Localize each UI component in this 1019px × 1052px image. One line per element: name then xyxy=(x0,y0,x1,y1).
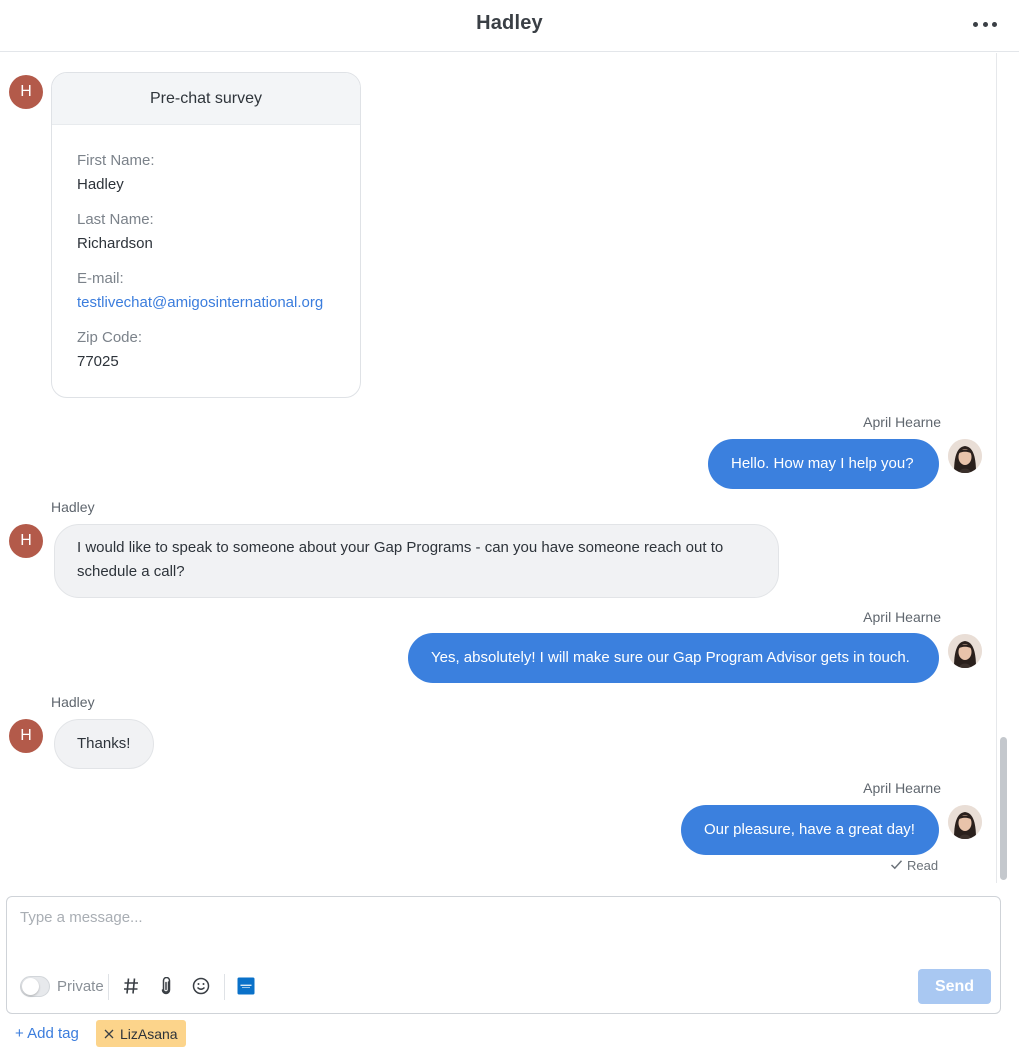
attachment-icon[interactable] xyxy=(156,976,176,996)
field-value: 77025 xyxy=(77,353,119,370)
survey-field-zip: Zip Code: 77025 xyxy=(77,326,142,374)
emoji-icon[interactable] xyxy=(191,976,211,996)
field-label: Last Name: xyxy=(77,211,154,228)
toolbar-divider xyxy=(108,974,109,1000)
visitor-avatar: H xyxy=(9,75,43,109)
visitor-message-bubble: Thanks! xyxy=(54,719,154,769)
visitor-avatar: H xyxy=(9,719,43,753)
agent-avatar xyxy=(948,634,982,668)
pre-chat-survey-card: Pre-chat survey First Name: Hadley Last … xyxy=(51,72,361,398)
more-options-icon[interactable] xyxy=(973,14,997,34)
agent-avatar xyxy=(948,439,982,473)
hashtag-icon[interactable] xyxy=(121,976,141,996)
survey-title: Pre-chat survey xyxy=(52,73,360,125)
tag-label: LizAsana xyxy=(120,1025,178,1042)
agent-message-bubble: Yes, absolutely! I will make sure our Ga… xyxy=(408,633,939,683)
integration-app-icon[interactable] xyxy=(236,976,256,996)
private-toggle[interactable] xyxy=(20,976,50,997)
message-sender: April Hearne xyxy=(863,414,941,430)
survey-field-last-name: Last Name: Richardson xyxy=(77,208,154,256)
agent-avatar xyxy=(948,805,982,839)
agent-message-bubble: Our pleasure, have a great day! xyxy=(681,805,939,855)
survey-field-email: E-mail: testlivechat@amigosinternational… xyxy=(77,267,323,315)
chat-header: Hadley xyxy=(0,0,1019,52)
field-label: Zip Code: xyxy=(77,329,143,346)
field-label: E-mail: xyxy=(77,270,124,287)
message-sender: April Hearne xyxy=(863,609,941,625)
visitor-message-bubble: I would like to speak to someone about y… xyxy=(54,524,779,598)
message-composer: Private Send xyxy=(6,896,1001,1014)
read-status-text: Read xyxy=(907,858,939,873)
email-link[interactable]: testlivechat@amigosinternational.org xyxy=(77,291,323,315)
scrollbar-track xyxy=(996,53,997,883)
remove-tag-icon[interactable] xyxy=(103,1028,115,1040)
message-sender: Hadley xyxy=(51,499,95,515)
toolbar-divider xyxy=(224,974,225,1000)
add-tag-link[interactable]: + Add tag xyxy=(15,1024,79,1044)
visitor-avatar: H xyxy=(9,524,43,558)
scrollbar-thumb[interactable] xyxy=(1000,737,1007,880)
agent-message-bubble: Hello. How may I help you? xyxy=(708,439,939,489)
message-input[interactable] xyxy=(20,909,980,949)
send-button[interactable]: Send xyxy=(918,969,991,1004)
message-sender: April Hearne xyxy=(863,780,941,796)
tag-chip: LizAsana xyxy=(96,1020,186,1047)
private-label: Private xyxy=(57,978,104,995)
read-receipt: Read xyxy=(890,858,938,873)
field-label: First Name: xyxy=(77,152,155,169)
message-sender: Hadley xyxy=(51,694,95,710)
field-value: Richardson xyxy=(77,235,153,252)
field-value: Hadley xyxy=(77,176,124,193)
chat-title: Hadley xyxy=(476,12,543,34)
survey-field-first-name: First Name: Hadley xyxy=(77,149,155,197)
checkmark-icon xyxy=(890,858,903,873)
